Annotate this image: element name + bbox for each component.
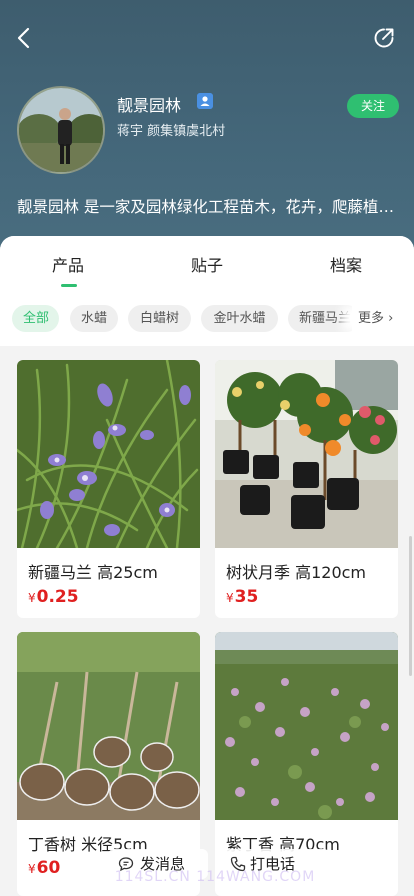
category-filter-bar: 全部 水蜡 白蜡树 金叶水蜡 新疆马兰 更多 › [0, 292, 414, 346]
watermark: 114SL.CN 114WANG.COM [114, 869, 316, 885]
more-categories-button[interactable]: 更多 › [352, 305, 394, 332]
currency-symbol: ¥ [226, 591, 234, 605]
product-image [17, 632, 200, 820]
store-location: 蒋宇 颜集镇虞北村 [117, 124, 226, 139]
avatar-photo [19, 88, 103, 172]
category-chip-all[interactable]: 全部 [12, 305, 59, 332]
follow-button[interactable]: 关注 [347, 94, 399, 118]
product-price: ¥35 [226, 587, 258, 607]
store-name: 靓景园林 [117, 96, 182, 115]
product-title: 树状月季 高120cm [226, 563, 367, 582]
category-chip[interactable]: 金叶水蜡 [201, 305, 278, 332]
category-chip[interactable]: 新疆马兰 [288, 305, 360, 332]
product-image [215, 632, 398, 820]
active-tab-indicator [61, 284, 77, 287]
content-panel: 产品 贴子 档案 全部 水蜡 白蜡树 金叶水蜡 新疆马兰 更多 › 新疆马兰 高… [0, 236, 414, 896]
store-header: 靓景园林 蒋宇 颜集镇虞北村 关注 靓景园林 是一家及园林绿化工程苗木，花卉，爬… [0, 0, 414, 270]
tab-posts[interactable]: 贴子 [191, 252, 223, 276]
share-icon[interactable] [372, 26, 396, 50]
product-card[interactable]: 新疆马兰 高25cm ¥0.25 [17, 360, 200, 618]
product-image [215, 360, 398, 548]
currency-symbol: ¥ [28, 591, 36, 605]
product-card[interactable]: 树状月季 高120cm ¥35 [215, 360, 398, 618]
product-image [17, 360, 200, 548]
product-price: ¥0.25 [28, 587, 79, 607]
avatar[interactable] [17, 86, 105, 174]
price-value: 35 [234, 587, 259, 607]
product-title: 新疆马兰 高25cm [28, 563, 158, 582]
bottom-action-bar: 发消息 打电话 114SL.CN 114WANG.COM [0, 843, 414, 896]
chevron-right-icon: › [388, 311, 394, 326]
tab-bar: 产品 贴子 档案 [0, 236, 414, 292]
tab-archive[interactable]: 档案 [330, 252, 362, 276]
chevron-left-icon[interactable] [10, 24, 38, 52]
more-label: 更多 [358, 311, 385, 326]
tab-products[interactable]: 产品 [52, 252, 84, 276]
verified-badge-icon [197, 93, 213, 109]
category-chip[interactable]: 白蜡树 [128, 305, 191, 332]
scrollbar[interactable] [409, 536, 412, 676]
store-description[interactable]: 靓景园林 是一家及园林绿化工程苗木，花卉，爬藤植物，水生植物，地被植物，宿根花卉… [17, 195, 397, 217]
price-value: 0.25 [36, 587, 79, 607]
category-chip[interactable]: 水蜡 [70, 305, 118, 332]
